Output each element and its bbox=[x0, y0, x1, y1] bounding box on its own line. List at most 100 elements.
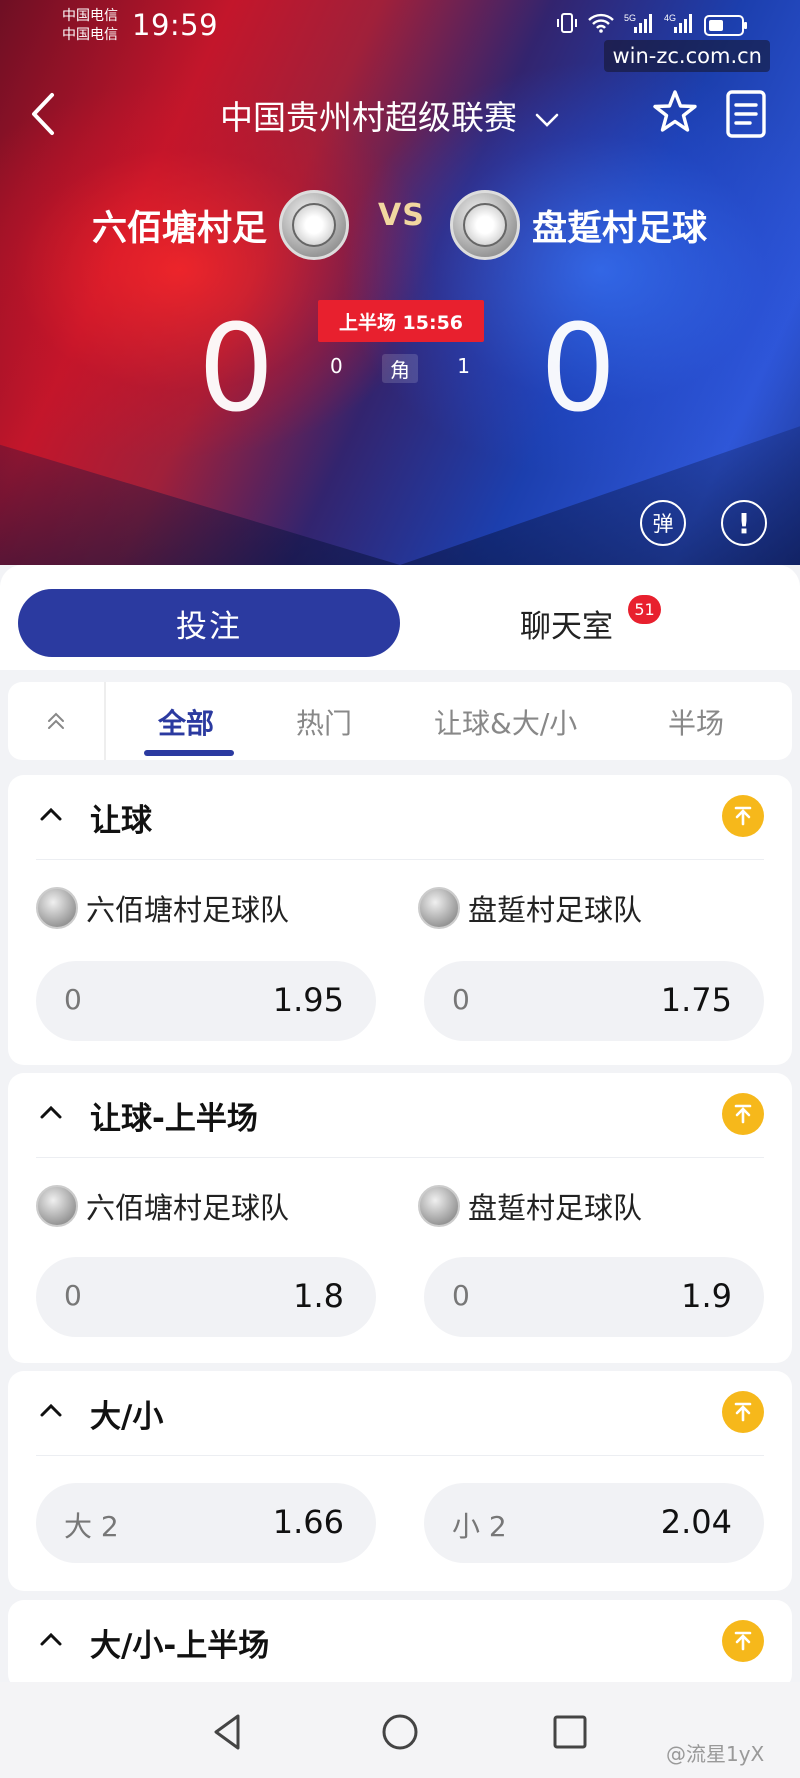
main-tabs: 投注 聊天室 51 bbox=[0, 565, 800, 670]
document-icon bbox=[726, 90, 766, 138]
net-4g-text: 4G bbox=[664, 13, 676, 23]
odds-price: 2.04 bbox=[660, 1503, 732, 1541]
pin-to-top-icon[interactable] bbox=[722, 1620, 764, 1662]
system-icons: 5G 4G bbox=[556, 12, 747, 38]
vibrate-icon bbox=[556, 12, 578, 38]
pin-to-top-icon[interactable] bbox=[722, 795, 764, 837]
match-info-button[interactable] bbox=[724, 89, 768, 139]
divider bbox=[36, 859, 764, 860]
signal-5g-icon: 5G bbox=[624, 12, 654, 38]
pin-to-top-icon[interactable] bbox=[722, 1093, 764, 1135]
team-badge-icon bbox=[418, 887, 460, 929]
filter-tab-handicap-ou[interactable]: 让球&大/小 bbox=[434, 702, 577, 742]
triangle-back-icon bbox=[214, 1714, 240, 1750]
filter-tab-hot[interactable]: 热门 bbox=[296, 702, 352, 742]
site-watermark: win-zc.com.cn bbox=[604, 40, 770, 72]
odds-button-away[interactable]: 0 1.75 bbox=[424, 961, 764, 1041]
market-home-team-name: 六佰塘村足球队 bbox=[86, 1191, 290, 1225]
odds-price: 1.9 bbox=[681, 1277, 732, 1315]
market-away-team-name: 盘踅村足球队 bbox=[468, 1191, 643, 1225]
wifi-icon bbox=[588, 13, 614, 37]
star-icon bbox=[653, 90, 697, 132]
market-card-over-under: 大/小 大 2 1.66 小 2 2.04 bbox=[8, 1371, 792, 1591]
circle-home-icon bbox=[382, 1714, 418, 1750]
away-team-badge-icon bbox=[450, 190, 520, 260]
chat-count-badge: 51 bbox=[628, 595, 661, 624]
tab-bet[interactable]: 投注 bbox=[18, 589, 400, 657]
market-header[interactable]: 大/小-上半场 bbox=[8, 1600, 792, 1680]
match-period: 上半场 15:56 bbox=[318, 300, 484, 342]
odds-button-under[interactable]: 小 2 2.04 bbox=[424, 1483, 764, 1563]
away-team-name: 盘踅村足球 bbox=[532, 208, 708, 249]
square-recents-icon bbox=[553, 1715, 587, 1749]
league-title: 中国贵州村超级联赛 bbox=[220, 98, 517, 137]
signal-4g-icon: 4G bbox=[664, 12, 694, 38]
nav-recents-button[interactable] bbox=[546, 1708, 594, 1756]
odds-line: 0 bbox=[452, 1279, 470, 1312]
odds-line: 0 bbox=[64, 983, 82, 1016]
favorite-button[interactable] bbox=[650, 87, 702, 139]
market-header[interactable]: 让球 bbox=[8, 775, 792, 855]
chevron-up-icon bbox=[40, 807, 62, 821]
team-badge-icon bbox=[36, 887, 78, 929]
top-nav: 中国贵州村超级联赛 bbox=[0, 85, 800, 145]
market-home-team: 六佰塘村足球队 bbox=[36, 887, 289, 929]
market-card-handicap: 让球 六佰塘村足球队 盘踅村足球队 0 1.95 0 1.75 bbox=[8, 775, 792, 1065]
pin-to-top-icon[interactable] bbox=[722, 1391, 764, 1433]
danmu-toggle-button[interactable]: 弹 bbox=[640, 500, 686, 546]
market-home-team-name: 六佰塘村足球队 bbox=[86, 893, 290, 927]
league-selector[interactable]: 中国贵州村超级联赛 bbox=[220, 91, 560, 139]
carrier-2: 中国电信 bbox=[62, 27, 118, 43]
filter-tab-all[interactable]: 全部 bbox=[158, 702, 214, 742]
home-team-badge-icon bbox=[279, 190, 350, 260]
odds-button-away[interactable]: 0 1.9 bbox=[424, 1257, 764, 1337]
chevron-up-icon bbox=[40, 1403, 62, 1417]
odds-line: 小 2 bbox=[452, 1510, 507, 1543]
carrier-1: 中国电信 bbox=[62, 8, 118, 24]
market-home-team: 六佰塘村足球队 bbox=[36, 1185, 289, 1227]
home-team: 六佰塘村足 bbox=[92, 190, 350, 260]
collapse-all-button[interactable] bbox=[8, 682, 106, 760]
home-team-name: 六佰塘村足 bbox=[92, 208, 268, 249]
status-bar: 中国电信 中国电信 19:59 5G 4G win-zc.com.cn bbox=[0, 0, 800, 72]
market-title: 大/小-上半场 bbox=[90, 1628, 270, 1664]
corner-stats: 0 角 1 bbox=[330, 354, 470, 383]
status-time: 19:59 bbox=[132, 8, 219, 42]
market-card-over-under-first-half: 大/小-上半场 bbox=[8, 1600, 792, 1690]
home-score: 0 bbox=[198, 300, 275, 439]
back-button[interactable] bbox=[24, 89, 64, 139]
market-card-handicap-first-half: 让球-上半场 六佰塘村足球队 盘踅村足球队 0 1.8 0 1.9 bbox=[8, 1073, 792, 1363]
battery-icon bbox=[704, 14, 747, 36]
double-chevron-up-icon bbox=[48, 712, 64, 729]
market-away-team: 盘踅村足球队 bbox=[418, 1185, 642, 1227]
chevron-up-icon bbox=[40, 1105, 62, 1119]
odds-button-over[interactable]: 大 2 1.66 bbox=[36, 1483, 376, 1563]
vs-label: VS bbox=[378, 198, 425, 233]
away-team: 盘踅村足球 bbox=[450, 190, 707, 260]
market-header[interactable]: 大/小 bbox=[8, 1371, 792, 1451]
odds-line: 0 bbox=[452, 983, 470, 1016]
market-title: 让球 bbox=[90, 803, 152, 839]
back-arrow-icon bbox=[32, 93, 54, 135]
market-away-team-name: 盘踅村足球队 bbox=[468, 893, 643, 927]
away-corners: 1 bbox=[457, 354, 470, 378]
tab-chat[interactable]: 聊天室 bbox=[520, 601, 613, 646]
nav-home-button[interactable] bbox=[376, 1708, 424, 1756]
active-tab-underline bbox=[144, 750, 234, 756]
team-badge-icon bbox=[418, 1185, 460, 1227]
filter-tab-half[interactable]: 半场 bbox=[668, 702, 724, 742]
carrier-labels: 中国电信 中国电信 bbox=[62, 7, 118, 45]
team-badge-icon bbox=[36, 1185, 78, 1227]
nav-back-button[interactable] bbox=[204, 1708, 252, 1756]
odds-button-home[interactable]: 0 1.8 bbox=[36, 1257, 376, 1337]
market-header[interactable]: 让球-上半场 bbox=[8, 1073, 792, 1153]
market-title: 让球-上半场 bbox=[90, 1101, 258, 1137]
divider bbox=[36, 1157, 764, 1158]
odds-price: 1.66 bbox=[272, 1503, 344, 1541]
info-button[interactable]: ! bbox=[721, 500, 767, 546]
home-corners: 0 bbox=[330, 354, 343, 378]
odds-button-home[interactable]: 0 1.95 bbox=[36, 961, 376, 1041]
odds-price: 1.8 bbox=[293, 1277, 344, 1315]
market-title: 大/小 bbox=[90, 1399, 164, 1435]
match-header: 中国电信 中国电信 19:59 5G 4G win-zc.com.cn 中国贵州… bbox=[0, 0, 800, 565]
